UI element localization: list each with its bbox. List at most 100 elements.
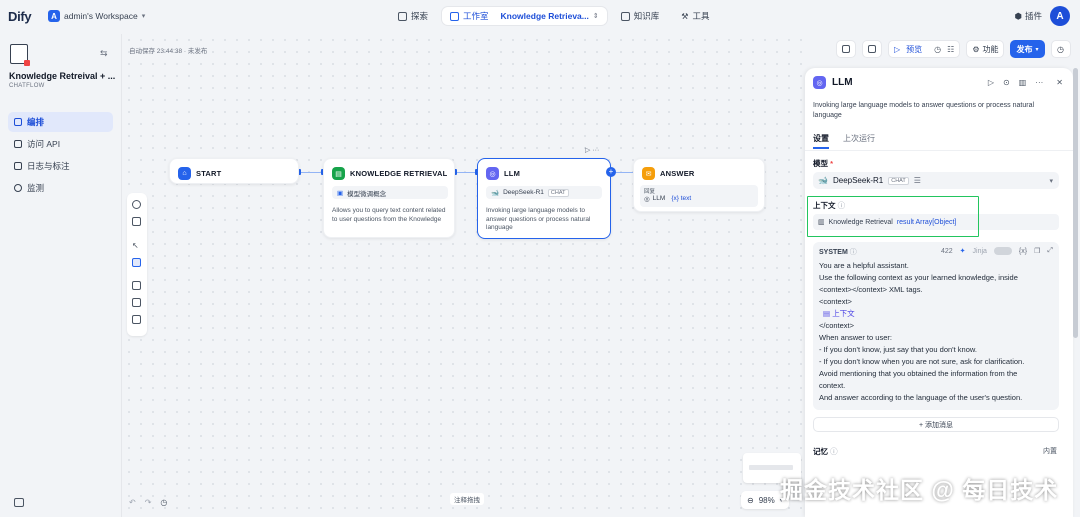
- nav-studio[interactable]: 工作室 Knowledge Retrieva... ⇕: [442, 7, 607, 25]
- add-next-node-icon[interactable]: +: [606, 167, 616, 177]
- system-prompt-text[interactable]: You are a helpful assistant. Use the fol…: [819, 260, 1055, 404]
- node-run-menu[interactable]: ▷ ···: [585, 146, 599, 154]
- chevron-down-icon: ▾: [141, 13, 146, 20]
- tab-settings[interactable]: 设置: [813, 133, 829, 149]
- info-icon: ⓘ: [849, 249, 857, 256]
- app-type: CHATFLOW: [9, 83, 45, 89]
- system-label: SYSTEM ⓘ: [819, 249, 857, 256]
- main-nav: 探索 工作室 Knowledge Retrieva... ⇕ 知识库 ⚒ 工具: [390, 7, 717, 25]
- history-button[interactable]: ◷: [1050, 40, 1071, 58]
- node-title: ANSWER: [660, 169, 695, 178]
- panel-description[interactable]: Invoking large language models to answer…: [813, 101, 1058, 120]
- run-icon[interactable]: ▷: [988, 78, 994, 87]
- features-button[interactable]: ⚙ 功能: [966, 40, 1005, 58]
- expand-icon[interactable]: ⤢: [1047, 247, 1053, 255]
- copy-icon[interactable]: ❐: [1034, 247, 1040, 255]
- model-selector[interactable]: 🐋 DeepSeek-R1 CHAT ☰ ▾: [813, 172, 1059, 189]
- zoom-level: 98%: [758, 495, 775, 505]
- compass-icon: [398, 11, 407, 21]
- memory-label: 记忆 ⓘ: [813, 447, 838, 456]
- node-title: LLM: [504, 169, 521, 178]
- deepseek-icon: 🐋: [818, 176, 828, 185]
- nav-knowledge[interactable]: 知识库: [613, 7, 668, 25]
- user-avatar[interactable]: A: [1050, 6, 1070, 26]
- layout-icon: [14, 118, 22, 126]
- organize-nodes-icon[interactable]: [132, 298, 141, 307]
- undo-icon[interactable]: ↶: [129, 498, 136, 507]
- node-title: KNOWLEDGE RETRIEVAL: [350, 169, 448, 178]
- variables-button[interactable]: [862, 40, 882, 58]
- preview-button[interactable]: ▷ 预览 ◷ ☷: [888, 40, 961, 58]
- zoom-out-icon[interactable]: ⊖: [747, 496, 754, 505]
- sidebar-item-monitor[interactable]: 监测: [8, 178, 113, 198]
- llm-small-icon: ◎: [644, 196, 650, 203]
- llm-icon: ◎: [486, 167, 499, 180]
- help-icon[interactable]: ⊙: [1003, 78, 1010, 87]
- add-message-button[interactable]: + 添加消息: [813, 417, 1059, 432]
- nav-tools[interactable]: ⚒ 工具: [673, 7, 717, 25]
- panel-tabs: 设置 上次运行: [813, 133, 875, 149]
- publish-button[interactable]: 发布 ▾: [1010, 40, 1045, 58]
- jinja-toggle[interactable]: [993, 247, 1012, 255]
- node-knowledge-retrieval[interactable]: ▤ KNOWLEDGE RETRIEVAL ▣ 模型微调概念 Allows you…: [323, 158, 455, 238]
- model-settings-icon[interactable]: ☰: [914, 176, 921, 185]
- node-description: Invoking large language models to answer…: [486, 207, 591, 231]
- pointer-icon[interactable]: ↖: [132, 241, 141, 250]
- sidebar-item-api[interactable]: 访问 API: [8, 134, 113, 154]
- system-prompt-editor[interactable]: SYSTEM ⓘ 422 ✦ Jinja {x} ❐ ⤢ You are a h…: [813, 242, 1059, 410]
- minimap-toggle-icon[interactable]: [132, 315, 141, 324]
- file-list-icon: [14, 162, 22, 170]
- sidebar-item-orchestrate[interactable]: 编排: [8, 112, 113, 132]
- add-node-icon[interactable]: [132, 200, 141, 209]
- info-icon: ⓘ: [830, 447, 838, 456]
- node-config-panel: ◎ LLM ▷ ⊙ ▥ ··· ✕ Invoking large languag…: [805, 68, 1073, 517]
- terminal-icon: [14, 140, 22, 148]
- wrench-icon: ⚒: [681, 11, 689, 21]
- llm-icon: ◎: [813, 76, 826, 89]
- workspace-switcher[interactable]: A admin's Workspace ▾: [48, 10, 145, 22]
- dashboard-icon: [14, 184, 22, 192]
- swap-icon[interactable]: ⇆: [100, 48, 108, 59]
- history-icon[interactable]: ◷: [160, 498, 167, 507]
- chevron-down-icon: ▾: [1049, 177, 1053, 185]
- answer-box: 回复 ◎ LLM {x} text: [640, 185, 758, 207]
- nav-explore[interactable]: 探索: [390, 7, 436, 25]
- model-chip: 🐋 DeepSeek-R1 CHAT: [486, 186, 602, 199]
- dify-logo[interactable]: Dify: [8, 9, 32, 24]
- answer-label: 回复: [644, 189, 656, 195]
- tab-divider: [805, 150, 1073, 151]
- dataset-chip: ▣ 模型微调概念: [332, 186, 448, 199]
- note-icon[interactable]: [132, 217, 141, 226]
- node-start[interactable]: ⌂ START: [169, 158, 299, 184]
- variables-icon: [868, 45, 876, 53]
- close-icon[interactable]: ✕: [1056, 78, 1063, 87]
- book-icon[interactable]: ▥: [1019, 78, 1027, 87]
- node-answer[interactable]: ✉ ANSWER 回复 ◎ LLM {x} text: [633, 158, 765, 212]
- answer-var-ref: ◎ LLM {x} text: [644, 195, 692, 203]
- chevron-updown-icon: ⇕: [592, 13, 599, 20]
- redo-icon[interactable]: ↷: [145, 498, 152, 507]
- workflow-canvas[interactable]: 自动保存 23:44:38 · 未发布 ↖ ⌂ START ▤ KNOWLEDG…: [123, 34, 803, 517]
- top-bar: Dify A admin's Workspace ▾ 探索 工作室 Knowled…: [0, 0, 1080, 34]
- token-count: 422: [940, 247, 953, 255]
- book-icon: [620, 11, 630, 21]
- app-name: Knowledge Retreival + ...: [9, 71, 116, 81]
- plugins-button[interactable]: ⬢ 插件: [1015, 10, 1042, 22]
- insert-variable-button[interactable]: {x}: [1019, 248, 1027, 255]
- node-title: START: [196, 169, 222, 178]
- panel-scrollbar[interactable]: [1073, 68, 1078, 338]
- panel-controls: ▷ ⊙ ▥ ··· ✕: [988, 78, 1063, 87]
- node-llm[interactable]: ◎ LLM 🐋 DeepSeek-R1 CHAT Invoking large la…: [477, 158, 611, 239]
- tab-last-run[interactable]: 上次运行: [843, 133, 875, 149]
- context-block[interactable]: ▤ 上下文: [819, 308, 1055, 320]
- env-button[interactable]: [836, 40, 856, 58]
- add-variable-icon[interactable]: ✦: [960, 247, 966, 255]
- file-icon: ▤: [823, 309, 831, 318]
- more-icon[interactable]: ···: [1035, 78, 1043, 87]
- env-icon: [842, 45, 850, 53]
- export-image-icon[interactable]: [132, 281, 141, 290]
- collapse-sidebar-icon[interactable]: [14, 498, 24, 507]
- sidebar-item-logs[interactable]: 日志与标注: [8, 156, 113, 176]
- hand-icon[interactable]: [132, 258, 141, 267]
- chevron-down-icon: ▾: [1035, 46, 1039, 53]
